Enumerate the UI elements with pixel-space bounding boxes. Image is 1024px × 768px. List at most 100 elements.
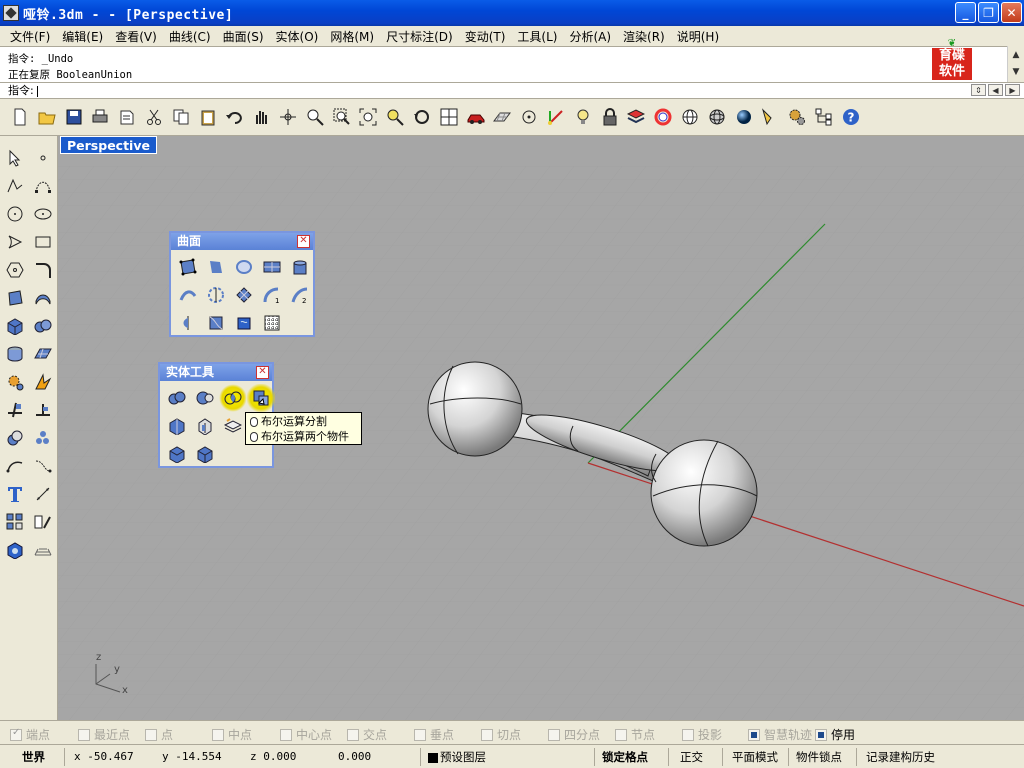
osnap-perp[interactable]: 垂点 [414,726,454,743]
blend-tool[interactable] [31,454,55,478]
surface-patch-button[interactable] [202,309,230,337]
wireframe-button[interactable] [678,105,702,129]
circle-tool[interactable] [3,202,27,226]
command-history-scrollbar[interactable]: ▲ ▼ [1007,46,1024,82]
arc-tool[interactable] [3,230,27,254]
planar-toggle[interactable]: 平面模式 [732,748,778,766]
osnap-mid[interactable]: 中点 [212,726,252,743]
osnap-point[interactable]: 点 [145,726,173,743]
osnap-toggle[interactable]: 物件锁点 [796,748,842,766]
menu-render[interactable]: 渲染(R) [617,28,671,45]
point-tool[interactable] [31,146,55,170]
undo-button[interactable] [222,105,246,129]
restore-button[interactable]: ❐ [978,2,999,23]
solid-panel-close-icon[interactable]: ✕ [256,366,269,379]
menu-mesh[interactable]: 网格(M) [324,28,380,45]
lock-button[interactable] [598,105,622,129]
surface-network-button[interactable] [230,281,258,309]
copy-button[interactable] [169,105,193,129]
surface-revolve-button[interactable] [202,281,230,309]
point-button[interactable] [517,105,541,129]
trim-tool[interactable] [3,398,27,422]
checkbox-icon[interactable] [414,728,426,741]
surface-edge-curves-button[interactable] [202,253,230,281]
settings-tool[interactable] [3,370,27,394]
cap-planar-holes-button[interactable] [191,412,219,440]
menu-tools[interactable]: 工具(L) [511,28,563,45]
current-layer[interactable]: 预设图层 [428,748,486,766]
checkbox-icon[interactable] [615,728,627,741]
checkbox-icon[interactable] [481,728,493,741]
boolean-intersection-button[interactable] [219,384,247,412]
menu-surface[interactable]: 曲面(S) [217,28,270,45]
explode-tool[interactable] [31,370,55,394]
osnap-project[interactable]: 投影 [682,726,722,743]
osnap-smarttrack[interactable]: 智慧轨迹 [748,726,812,743]
extract-surface-button[interactable] [163,412,191,440]
group-tool[interactable] [3,510,27,534]
perspective-car-button[interactable] [464,105,488,129]
osnap-disable[interactable]: 停用 [815,726,855,743]
color-button[interactable] [651,105,675,129]
cplane-button[interactable] [490,105,514,129]
viewport-title-tab[interactable]: Perspective [60,136,157,154]
command-updown-icon[interactable]: ⇕ [971,84,986,96]
zoom-window-button[interactable] [330,105,354,129]
zoom-selected-button[interactable] [383,105,407,129]
checkbox-icon[interactable] [280,728,292,741]
zoom-button[interactable] [303,105,327,129]
surface-sweep2-button[interactable]: 2 [286,281,314,309]
checkbox-icon[interactable] [815,728,827,741]
close-button[interactable]: ✕ [1001,2,1022,23]
cut-button[interactable] [142,105,166,129]
menu-edit[interactable]: 编辑(E) [56,28,109,45]
surface-rail-revolve-button[interactable] [174,309,202,337]
osnap-cen[interactable]: 中心点 [280,726,332,743]
surface-panel-close-icon[interactable]: ✕ [297,235,310,248]
split-tool[interactable] [31,398,55,422]
surface-drape-button[interactable] [230,309,258,337]
mesh-tool[interactable] [3,342,27,366]
boolean-split-button[interactable] [247,384,275,412]
surface-corner-points-button[interactable] [174,253,202,281]
menu-solid[interactable]: 实体(O) [270,28,325,45]
box-tool[interactable] [3,314,27,338]
save-button[interactable] [62,105,86,129]
print-button[interactable] [88,105,112,129]
menu-transform[interactable]: 变动(T) [459,28,512,45]
checkbox-icon[interactable] [10,727,22,741]
surface-extrude-button[interactable] [286,253,314,281]
render-button[interactable] [732,105,756,129]
grid-snap-toggle[interactable]: 锁定格点 [602,748,648,766]
light-button[interactable] [571,105,595,129]
surface-rectangle-button[interactable] [258,253,286,281]
curve-tool[interactable] [31,174,55,198]
boolean-union-button[interactable] [163,384,191,412]
checkbox-icon[interactable] [748,728,760,741]
minimize-button[interactable]: _ [955,2,976,23]
menu-help[interactable]: 说明(H) [671,28,725,45]
surface-from-points-tool[interactable] [3,286,27,310]
fillet-edge-button[interactable] [163,440,191,468]
extrude-surface-tool[interactable] [31,286,55,310]
polygon-tool[interactable] [3,258,27,282]
mesh-plane-tool[interactable] [31,342,55,366]
viewport-layout-button[interactable] [437,105,461,129]
properties-button[interactable] [812,105,836,129]
ellipse-tool[interactable] [31,202,55,226]
surface-heightfield-button[interactable] [258,309,286,337]
menu-dimension[interactable]: 尺寸标注(D) [380,28,459,45]
help-button[interactable]: ? [839,105,863,129]
command-next-icon[interactable]: ▶ [1005,84,1020,96]
shaded-button[interactable] [705,105,729,129]
osnap-quad[interactable]: 四分点 [548,726,600,743]
gumball-button[interactable] [544,105,568,129]
checkbox-icon[interactable] [548,728,560,741]
sphere-tool[interactable] [31,314,55,338]
fillet-curve-tool[interactable] [31,258,55,282]
surface-sweep1-button[interactable]: 1 [258,281,286,309]
cplane-indicator[interactable]: 世界 [22,748,45,766]
render-tool[interactable] [3,538,27,562]
layer-button[interactable] [624,105,648,129]
menu-file[interactable]: 文件(F) [4,28,56,45]
